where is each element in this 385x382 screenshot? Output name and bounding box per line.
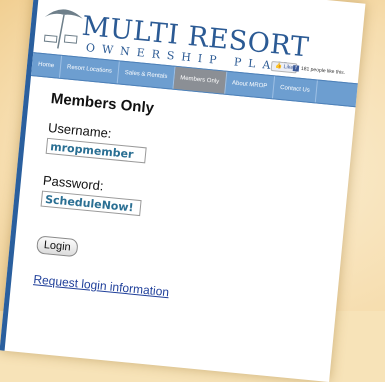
facebook-icon: f <box>292 65 300 72</box>
nav-item-about[interactable]: About MROP <box>224 71 276 99</box>
password-field[interactable]: ScheduleNow! <box>40 190 142 217</box>
request-login-link[interactable]: Request login information <box>33 272 170 299</box>
username-field[interactable]: mropmember <box>45 137 147 164</box>
nav-item-members-only[interactable]: Members Only <box>173 66 228 94</box>
like-count-text: 181 people like this. <box>300 65 346 77</box>
nav-item-contact[interactable]: Contact Us <box>273 76 318 103</box>
website-page: MULTI RESORT OWNERSHIP PLAN 👍 Like f 181 … <box>0 0 366 382</box>
nav-item-home[interactable]: Home <box>31 53 63 78</box>
page-title: Members Only <box>50 90 155 117</box>
nav-item-sales-rentals[interactable]: Sales & Rentals <box>117 61 176 89</box>
login-button[interactable]: Login <box>36 235 79 258</box>
username-label: Username: <box>47 119 113 141</box>
thumbs-up-icon: 👍 <box>274 63 283 70</box>
beach-umbrella-icon <box>43 9 83 49</box>
password-label: Password: <box>42 172 105 194</box>
like-count: f 181 people like this. <box>292 65 346 77</box>
nav-item-resort-locations[interactable]: Resort Locations <box>59 55 120 84</box>
